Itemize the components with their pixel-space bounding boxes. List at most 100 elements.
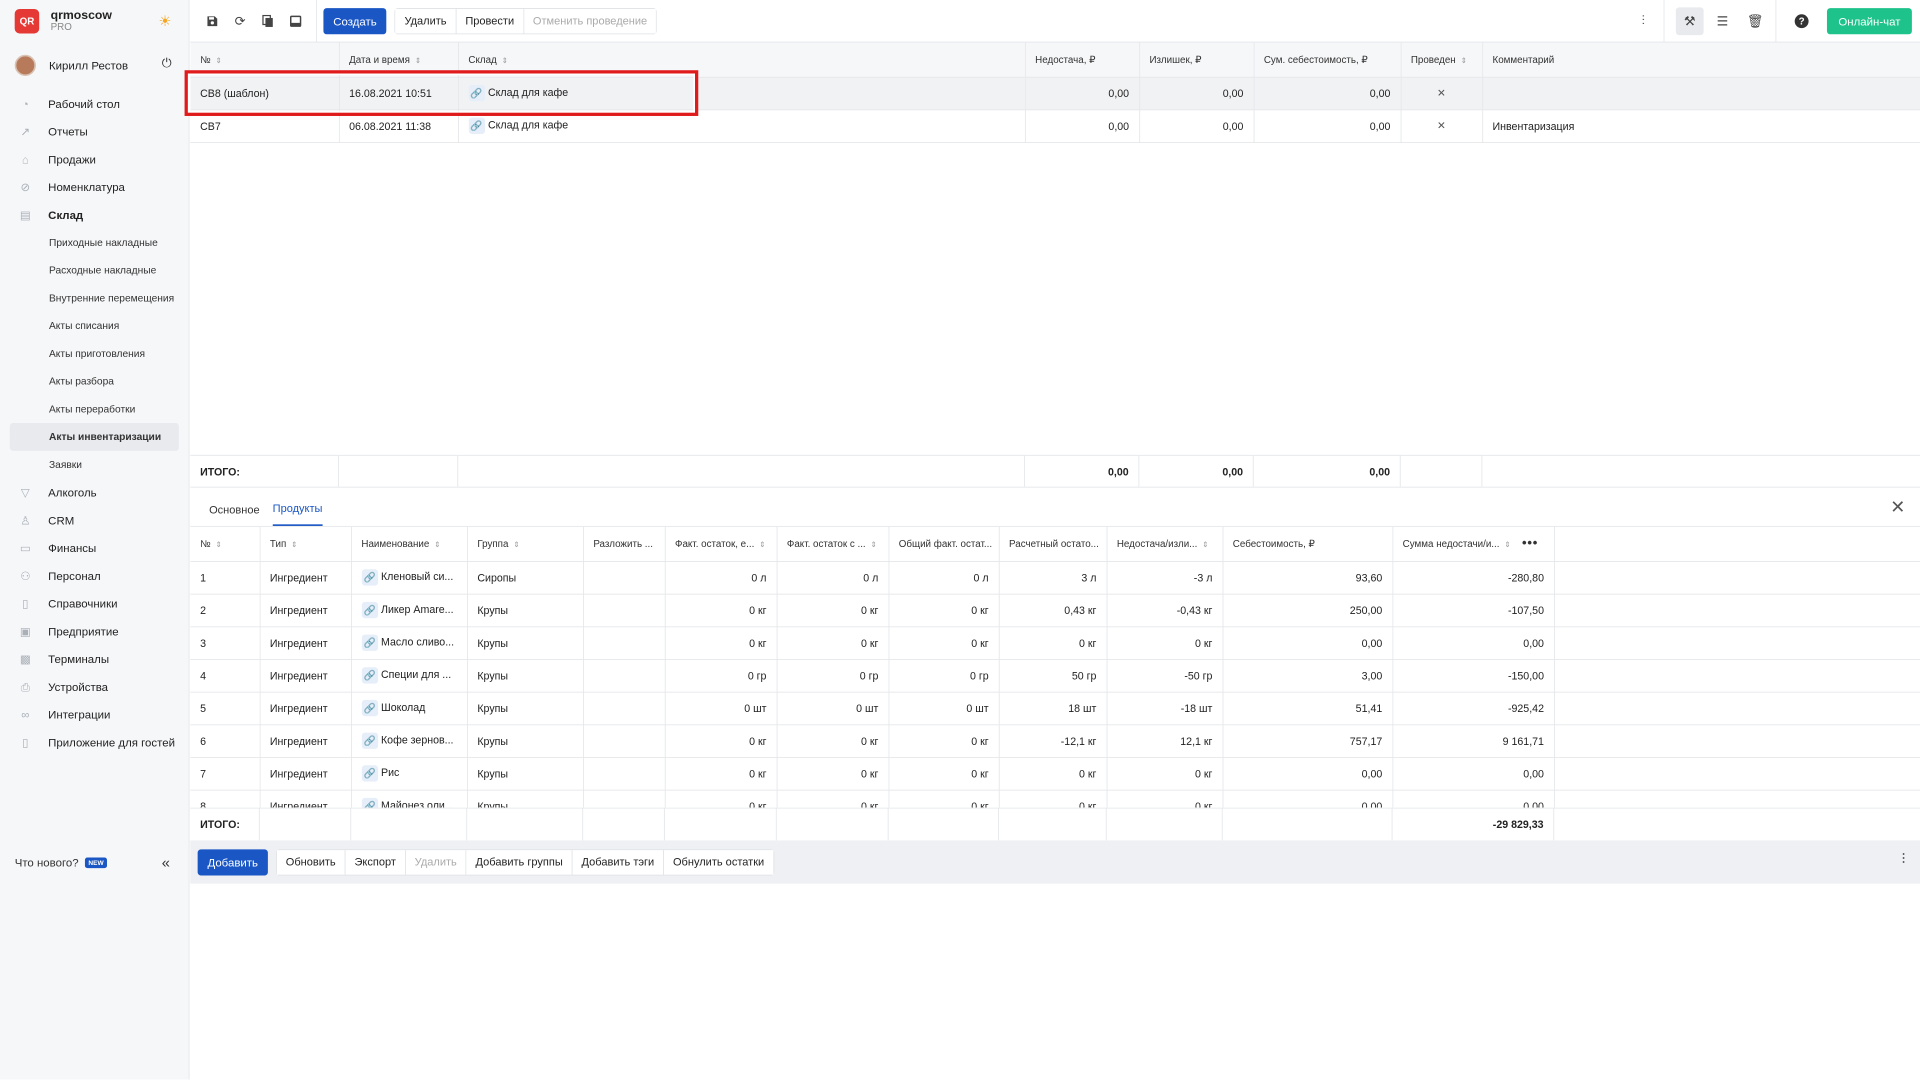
sidebar-subitem[interactable]: Акты списания	[0, 312, 189, 340]
link-icon[interactable]: 🔗	[361, 667, 378, 684]
sort-icon[interactable]: ⇕	[871, 540, 877, 548]
product-row[interactable]: 5 Ингредиент 🔗 Шоколад Крупы 0 шт 0 шт 0 шт 18 ш…	[190, 691, 1920, 725]
sidebar-item-warehouse[interactable]: ▤ Склад	[0, 201, 189, 229]
column-header[interactable]: Недостача/изли... ⇕	[1106, 526, 1224, 562]
column-header[interactable]: Сум. себестоимость, ₽	[1253, 42, 1402, 78]
trash-icon[interactable]: 🗑	[1741, 7, 1769, 35]
column-header[interactable]: Сумма недостачи/и... ⇕ •••	[1392, 526, 1555, 562]
sort-icon[interactable]: ⇕	[513, 540, 519, 548]
reset-stock-button[interactable]: Обнулить остатки	[664, 849, 774, 875]
sidebar-item-sales[interactable]: ⌂ Продажи	[0, 145, 189, 173]
column-header[interactable]: Расчетный остато...	[998, 526, 1108, 562]
column-header[interactable]: Комментарий	[1482, 42, 1920, 78]
collapse-sidebar-icon[interactable]: «	[162, 854, 170, 871]
sort-icon[interactable]: ⇕	[216, 540, 222, 548]
column-header[interactable]: Проведен ⇕	[1400, 42, 1483, 78]
theme-toggle-icon[interactable]: ☀	[158, 13, 171, 30]
create-button[interactable]: Создать	[323, 7, 387, 34]
column-header[interactable]: № ⇕	[190, 526, 261, 562]
product-row[interactable]: 6 Ингредиент 🔗 Кофе зернов... Крупы 0 кг 0 кг 0…	[190, 724, 1920, 758]
table-row[interactable]: СВ7 06.08.2021 11:38 🔗 Склад для кафе 0,00 0,…	[190, 109, 1920, 143]
delete-button[interactable]: Удалить	[395, 8, 457, 34]
column-header[interactable]: Группа ⇕	[467, 526, 584, 562]
column-header[interactable]: Дата и время ⇕	[338, 42, 459, 78]
sidebar-item-reports[interactable]: ↗ Отчеты	[0, 118, 189, 146]
column-header[interactable]: Излишек, ₽	[1139, 42, 1255, 78]
online-chat-button[interactable]: Онлайн-чат	[1826, 8, 1912, 35]
sidebar-subitem[interactable]: Приходные накладные	[0, 229, 189, 257]
column-header[interactable]: Склад ⇕	[458, 42, 1026, 78]
sidebar-item-guest-app[interactable]: ▯ Приложение для гостей	[0, 728, 189, 756]
save-icon[interactable]	[198, 7, 226, 35]
conduct-button[interactable]: Провести	[456, 8, 524, 34]
close-panel-icon[interactable]: ✕	[1890, 497, 1905, 518]
product-row[interactable]: 4 Ингредиент 🔗 Специи для ... Крупы 0 гр 0 гр 0…	[190, 659, 1920, 693]
refresh-button[interactable]: Обновить	[276, 849, 346, 875]
help-icon[interactable]: ?	[1788, 7, 1816, 35]
sidebar-item-devices[interactable]: ⎙ Устройства	[0, 673, 189, 701]
more-icon[interactable]: •••	[1522, 536, 1538, 550]
sidebar-item-integrations[interactable]: ∞ Интеграции	[0, 701, 189, 729]
sidebar-subitem[interactable]: Акты переработки	[0, 395, 189, 423]
column-header[interactable]: Недостача, ₽	[1024, 42, 1140, 78]
product-row[interactable]: 3 Ингредиент 🔗 Масло сливо... Крупы 0 кг 0 кг 0…	[190, 626, 1920, 660]
refresh-icon[interactable]: ⟳	[226, 7, 254, 35]
logout-icon[interactable]: ⏻	[162, 56, 172, 70]
sort-icon[interactable]: ⇕	[291, 540, 297, 548]
export-button[interactable]: Экспорт	[345, 849, 406, 875]
sidebar-item-terminals[interactable]: ▩ Терминалы	[0, 645, 189, 673]
delete-product-button[interactable]: Удалить	[405, 849, 467, 875]
link-icon[interactable]: 🔗	[361, 601, 378, 619]
sidebar-item-alcohol[interactable]: ▽ Алкоголь	[0, 479, 189, 507]
add-tags-button[interactable]: Добавить тэги	[572, 849, 665, 875]
tools-icon[interactable]: ⚒	[1675, 7, 1704, 36]
add-button[interactable]: Добавить	[197, 848, 268, 876]
sidebar-subitem[interactable]: Акты разбора	[0, 368, 189, 396]
tab-main[interactable]: Основное	[209, 504, 260, 526]
sort-icon[interactable]: ⇕	[216, 56, 222, 64]
sort-icon[interactable]: ⇕	[1202, 540, 1208, 548]
list-view-icon[interactable]: ☰	[1709, 7, 1737, 35]
sidebar-item-finance[interactable]: ▭ Финансы	[0, 534, 189, 562]
column-settings-icon[interactable]: ⫶	[1629, 7, 1657, 35]
column-header[interactable]: Факт. остаток, е... ⇕	[664, 526, 778, 562]
tab-products[interactable]: Продукты	[272, 502, 323, 526]
product-row[interactable]: 8 Ингредиент 🔗 Майонез оли... Крупы 0 кг 0 кг 0…	[190, 789, 1920, 808]
link-icon[interactable]: 🔗	[468, 117, 485, 134]
add-groups-button[interactable]: Добавить группы	[466, 849, 573, 875]
product-row[interactable]: 2 Ингредиент 🔗 Ликер Amare... Крупы 0 кг 0 кг 0…	[190, 593, 1920, 627]
inbox-icon[interactable]	[282, 7, 310, 35]
copy-icon[interactable]	[254, 7, 282, 35]
column-header[interactable]: Наименование ⇕	[351, 526, 468, 562]
link-icon[interactable]: 🔗	[361, 732, 378, 749]
link-icon[interactable]: 🔗	[361, 634, 378, 651]
link-icon[interactable]: 🔗	[468, 84, 485, 102]
table-row[interactable]: СВ8 (шаблон) 16.08.2021 10:51 🔗 Склад для к…	[190, 76, 1920, 110]
sidebar-subitem[interactable]: Заявки	[0, 451, 189, 479]
sort-icon[interactable]: ⇕	[759, 540, 765, 548]
cancel-conduct-button[interactable]: Отменить проведение	[523, 8, 657, 34]
sidebar-item-crm[interactable]: ♙ CRM	[0, 506, 189, 534]
link-icon[interactable]: 🔗	[361, 569, 378, 586]
user-profile[interactable]: Кирилл Рестов	[0, 42, 189, 84]
sidebar-item-enterprise[interactable]: ▣ Предприятие	[0, 617, 189, 645]
product-row[interactable]: 1 Ингредиент 🔗 Кленовый си... Сиропы 0 л0 л0 …	[190, 561, 1920, 595]
column-header[interactable]: Тип ⇕	[259, 526, 352, 562]
sidebar-item-reference[interactable]: ▯ Справочники	[0, 590, 189, 618]
sort-icon[interactable]: ⇕	[415, 56, 421, 64]
sidebar-item-dashboard[interactable]: ◔ Рабочий стол	[0, 90, 189, 118]
sidebar-item-nomenclature[interactable]: ⊘ Номенклатура	[0, 173, 189, 201]
whats-new-link[interactable]: Что нового? NEW	[15, 856, 107, 869]
link-icon[interactable]: 🔗	[361, 797, 378, 808]
column-header[interactable]: Разложить ...	[583, 526, 666, 562]
sidebar-subitem[interactable]: Расходные накладные	[0, 256, 189, 284]
table-settings-icon[interactable]: ⫶	[1902, 851, 1906, 868]
sort-icon[interactable]: ⇕	[434, 540, 440, 548]
link-icon[interactable]: 🔗	[361, 765, 378, 782]
sidebar-subitem[interactable]: Акты приготовления	[0, 340, 189, 368]
sort-icon[interactable]: ⇕	[502, 56, 508, 64]
sidebar-subitem[interactable]: Акты инвентаризации	[9, 423, 179, 451]
column-header[interactable]: Факт. остаток с ... ⇕	[776, 526, 889, 562]
sort-icon[interactable]: ⇕	[1461, 56, 1467, 64]
column-header[interactable]: Себестоимость, ₽	[1222, 526, 1393, 562]
